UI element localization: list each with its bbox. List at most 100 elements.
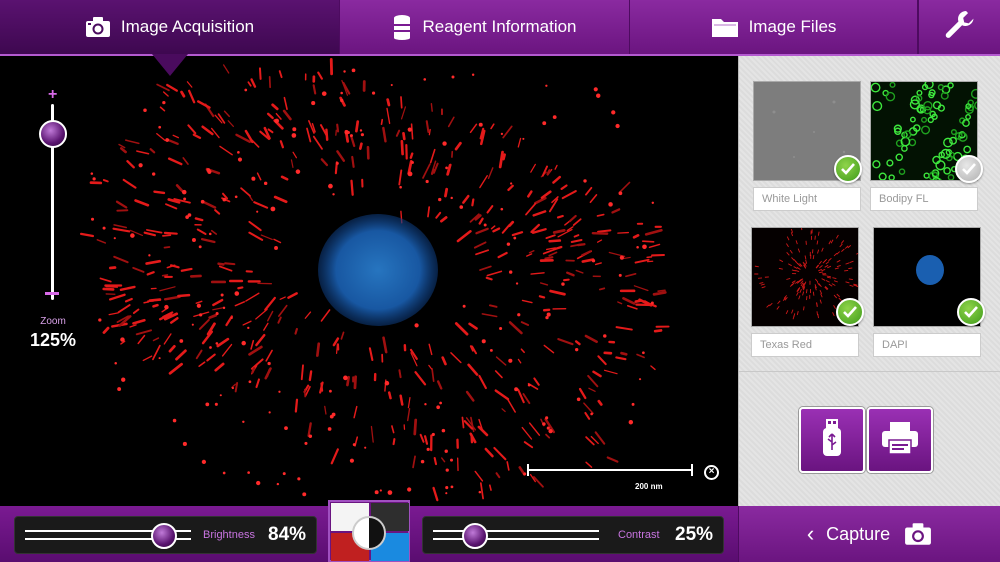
thumbnail-mark (833, 280, 838, 283)
thumbnail-mark (923, 172, 930, 179)
mitochondrion (398, 169, 403, 186)
checkmark-icon[interactable] (836, 298, 864, 326)
mitochondrion (124, 297, 133, 303)
thumbnail-mark (916, 89, 923, 96)
checkmark-icon[interactable] (955, 155, 983, 183)
tab-settings[interactable] (918, 0, 1000, 54)
thumbnail-mark (828, 240, 832, 245)
mitochondrion (433, 456, 438, 466)
brightness-value: 84% (268, 524, 307, 545)
mitochondrion (336, 123, 340, 133)
zoom-out-button[interactable] (45, 292, 59, 295)
mitochondrion-dot (483, 223, 487, 227)
mitochondrion (471, 198, 475, 207)
mitochondrion (548, 239, 562, 243)
usb-export-button[interactable] (799, 407, 865, 473)
mitochondrion (153, 190, 166, 195)
thumbnail-mark (827, 276, 832, 279)
microscope-viewer[interactable]: + Zoom 125% 200 nm × (0, 56, 738, 506)
thumbnail-mark (805, 289, 808, 294)
thumbnail-mark (848, 267, 853, 270)
mitochondrion-dot (181, 189, 187, 195)
mitochondrion (247, 81, 252, 87)
mitochondrion (380, 118, 384, 126)
top-tab-bar: Image Acquisition Reagent Information Im… (0, 0, 1000, 56)
mitochondrion-dot (542, 422, 546, 426)
mitochondrion (137, 334, 146, 345)
mitochondrion (657, 289, 666, 293)
mitochondrion (402, 132, 406, 141)
tab-image-acquisition[interactable]: Image Acquisition (0, 0, 340, 54)
thumbnail-mark (801, 228, 803, 231)
mitochondrion (267, 128, 274, 134)
mitochondrion-dot (220, 293, 224, 297)
mitochondrion-dot (510, 182, 513, 185)
mitochondrion-dot (291, 133, 297, 138)
tab-image-files[interactable]: Image Files (630, 0, 918, 54)
mitochondrion-dot (183, 197, 187, 201)
mitochondrion (633, 285, 649, 292)
mitochondrion (414, 371, 427, 386)
tab-label: Image Files (748, 17, 837, 36)
thumbnail-mark (836, 259, 841, 263)
thumbnail-mark (793, 266, 798, 269)
capture-button[interactable]: ‹ Capture (738, 506, 1000, 562)
mitochondrion-dot (256, 210, 259, 213)
thumbnail-mark (791, 269, 796, 272)
contrast-slider-track[interactable] (433, 530, 599, 540)
mitochondrion (615, 356, 627, 361)
mitochondrion-dot (352, 443, 356, 447)
mitochondrion-dot (508, 358, 513, 363)
specimen-image (79, 58, 670, 502)
thumbnail-mark (754, 265, 759, 268)
mitochondrion-dot (242, 420, 245, 424)
tab-reagent-information[interactable]: Reagent Information (340, 0, 630, 54)
mitochondrion (517, 137, 522, 148)
mitochondrion-dot (593, 87, 598, 92)
mitochondrion (575, 269, 584, 274)
thumbnail-mark (909, 116, 916, 123)
mitochondrion-dot (222, 471, 226, 475)
mitochondrion (330, 448, 339, 465)
mitochondrion (484, 447, 494, 458)
active-tab-pointer (152, 54, 188, 76)
thumbnail-mark (779, 259, 784, 263)
mitochondrion (386, 107, 391, 125)
mitochondrion (548, 251, 558, 257)
mitochondrion (634, 258, 650, 264)
mitochondrion-dot (214, 402, 218, 406)
mitochondrion-dot (340, 91, 343, 95)
mitochondrion (648, 243, 661, 249)
mitochondrion (294, 327, 298, 335)
mitochondrion (399, 394, 404, 406)
capture-label: Capture (826, 523, 891, 544)
zoom-in-button[interactable]: + (48, 86, 57, 104)
brightness-slider-thumb[interactable] (151, 523, 178, 549)
checkmark-icon[interactable] (957, 298, 985, 326)
mitochondrion (425, 120, 430, 134)
channel-panel: White Light Bodipy FL Texas Red DAPI (738, 56, 1000, 506)
zoom-slider-thumb[interactable] (39, 120, 67, 148)
mitochondrion-dot (451, 75, 455, 79)
scale-bar-close-button[interactable]: × (704, 465, 719, 480)
thumbnail-mark (823, 258, 828, 263)
tab-label: Reagent Information (422, 17, 577, 36)
mitochondrion-dot (335, 161, 339, 165)
mitochondrion (533, 377, 540, 386)
checkmark-icon[interactable] (834, 155, 862, 183)
mitochondrion-dot (450, 196, 453, 200)
mitochondrion (267, 310, 274, 322)
mitochondrion-dot (619, 255, 624, 260)
mitochondrion (142, 355, 153, 362)
mitochondrion (597, 229, 612, 233)
mitochondrion-dot (445, 166, 448, 170)
print-button[interactable] (867, 407, 933, 473)
channel-label: DAPI (873, 333, 981, 357)
contrast-slider-thumb[interactable] (461, 523, 488, 549)
channel-merge-button[interactable] (352, 516, 386, 550)
mitochondrion (486, 270, 503, 277)
mitochondrion (427, 206, 431, 218)
mitochondrion-dot (209, 346, 212, 349)
bottom-control-bar: Brightness 84% Contrast 25% ‹ Capture (0, 506, 1000, 562)
mitochondrion (117, 304, 131, 314)
